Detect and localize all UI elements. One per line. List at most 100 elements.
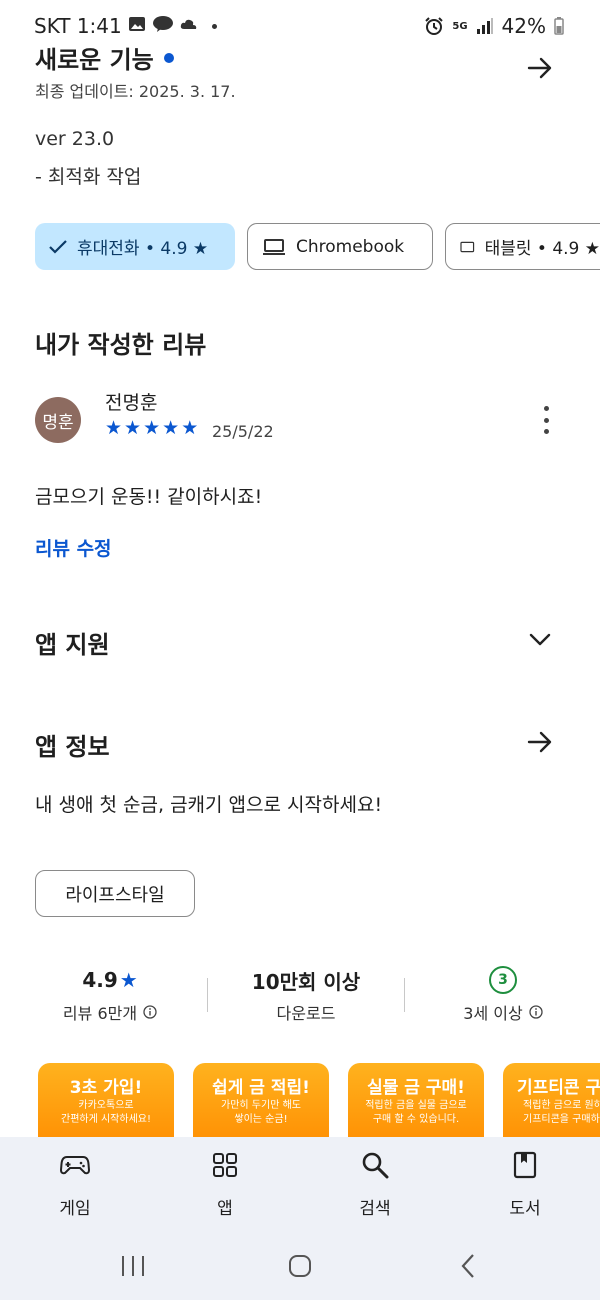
app-support-expand-button[interactable] (520, 620, 560, 660)
stat-age: 3 3세 이상 (418, 966, 588, 1024)
stat-rating-value: 4.9 (82, 968, 118, 992)
stat-divider (404, 978, 405, 1012)
screenshot-sub-line: 기프티콘을 구매하 (523, 1114, 600, 1125)
avatar-text: 명훈 (42, 412, 74, 433)
nav-label-books: 도서 (509, 1199, 541, 1219)
screenshot-sub-line: 간편하게 시작하세요! (61, 1114, 151, 1125)
star-icon: ★ (143, 417, 161, 439)
kebab-dot (543, 417, 549, 423)
kebab-dot (543, 429, 549, 434)
stat-downloads-value: 10만회 이상 (251, 969, 361, 994)
nav-label-search: 검색 (359, 1199, 391, 1219)
stat-age-label: 3세 이상 (463, 1004, 523, 1023)
recent-apps-button[interactable] (108, 1250, 158, 1282)
tablet-icon (460, 241, 475, 252)
chip-phone[interactable]: 휴대전화 • 4.9 ★ (35, 223, 235, 270)
app-description: 내 생애 첫 순금, 금캐기 앱으로 시작하세요! (35, 794, 383, 816)
stat-rating-value-row: 4.9 ★ (25, 966, 195, 994)
star-icon: ★ (124, 417, 142, 439)
network-label: 5G (452, 20, 468, 32)
apps-grid-icon (210, 1150, 240, 1180)
nav-item-games[interactable]: 게임 (25, 1150, 125, 1225)
app-info-title: 앱 정보 (35, 733, 110, 761)
screenshot-subtitle: 적립한 금을 실물 금으로 구매 할 수 있습니다. (348, 1099, 484, 1127)
home-button[interactable] (275, 1250, 325, 1282)
info-icon[interactable] (529, 1005, 543, 1019)
screenshot-subtitle: 적립한 금으로 원하기프티콘을 구매하 (523, 1099, 600, 1127)
stat-rating: 4.9 ★ 리뷰 6만개 (25, 966, 195, 1024)
battery-percent: 42% (501, 14, 546, 38)
chip-tablet-label: 태블릿 • 4.9 ★ (484, 239, 600, 259)
kakaotalk-icon (153, 16, 173, 32)
stat-rating-label-row: 리뷰 6만개 (25, 1000, 195, 1024)
laptop-icon (263, 238, 285, 255)
stat-downloads-label: 다운로드 (276, 1004, 336, 1023)
avatar: 명훈 (35, 397, 81, 443)
battery-icon (554, 17, 564, 35)
search-icon (360, 1150, 390, 1180)
screenshot-title: 실물 금 구매! (367, 1078, 465, 1098)
chip-tablet[interactable]: 태블릿 • 4.9 ★ (445, 223, 600, 270)
more-options-button[interactable] (531, 403, 561, 437)
review-stars: ★ ★ ★ ★ ★ (105, 418, 198, 438)
chevron-down-icon (529, 633, 551, 646)
whats-new-header: 새로운 기능 (35, 40, 174, 75)
screenshot-subtitle: 카카오톡으로간편하게 시작하세요! (38, 1099, 174, 1127)
nav-item-search[interactable]: 검색 (325, 1150, 425, 1225)
age-rating-badge: 3 (489, 966, 517, 994)
stat-downloads: 10만회 이상 다운로드 (221, 966, 391, 1024)
home-icon (289, 1255, 311, 1277)
back-icon (461, 1254, 474, 1278)
screenshot-sub-line: 적립한 금으로 원하 (523, 1100, 600, 1111)
star-icon: ★ (119, 968, 138, 992)
edit-review-link[interactable]: 리뷰 수정 (35, 534, 112, 561)
category-chip[interactable]: 라이프스타일 (35, 870, 195, 917)
screenshot-title: 기프티콘 구 (517, 1078, 600, 1098)
arrow-right-icon (527, 731, 552, 753)
status-time: SKT 1:41 (34, 14, 122, 38)
review-text: 금모으기 운동!! 같이하시죠! (35, 486, 263, 508)
my-review-title: 내가 작성한 리뷰 (35, 331, 207, 359)
stat-rating-label: 리뷰 6만개 (62, 1004, 138, 1023)
notification-dot (212, 24, 217, 29)
gamepad-icon (60, 1150, 90, 1180)
version-text: ver 23.0 (35, 128, 115, 150)
screenshot-sub-line: 가만히 두기만 해도 (221, 1100, 301, 1111)
nav-label-apps: 앱 (217, 1199, 233, 1219)
star-icon: ★ (181, 417, 199, 439)
signal-icon (476, 18, 493, 34)
alarm-icon (425, 17, 444, 35)
screenshot-title: 쉽게 금 적립! (212, 1078, 310, 1098)
book-icon (510, 1150, 540, 1180)
recents-icon (122, 1256, 144, 1276)
chip-chromebook-label: Chromebook (296, 236, 405, 257)
chip-phone-label: 휴대전화 • 4.9 ★ (77, 239, 209, 259)
status-right: 5G 42% (424, 14, 564, 38)
screenshot-sub-line: 적립한 금을 실물 금으로 (365, 1100, 467, 1111)
star-icon: ★ (105, 417, 123, 439)
chip-chromebook[interactable]: Chromebook (247, 223, 433, 270)
stat-age-badge-row: 3 (418, 966, 588, 994)
new-indicator-dot (163, 52, 174, 63)
arrow-right-icon (527, 57, 552, 79)
gallery-icon (129, 17, 145, 31)
cloud-icon (180, 19, 197, 29)
nav-item-books[interactable]: 도서 (475, 1150, 575, 1225)
nav-item-apps[interactable]: 앱 (175, 1150, 275, 1225)
whats-new-arrow-button[interactable] (520, 48, 560, 88)
review-date: 25/5/22 (212, 422, 274, 441)
stat-age-label-row: 3세 이상 (418, 1000, 588, 1024)
whats-new-title: 새로운 기능 (35, 46, 154, 74)
stat-divider (207, 978, 208, 1012)
release-note: - 최적화 작업 (35, 166, 142, 188)
nav-label-games: 게임 (59, 1199, 91, 1219)
app-info-arrow-button[interactable] (520, 722, 560, 762)
info-icon[interactable] (143, 1005, 157, 1019)
screenshot-title: 3초 가입! (69, 1078, 143, 1098)
check-icon (49, 239, 67, 254)
screenshot-subtitle: 가만히 두기만 해도쌓이는 순금! (193, 1099, 329, 1127)
star-icon: ★ (162, 417, 180, 439)
back-button[interactable] (443, 1250, 493, 1282)
screenshot-sub-line: 카카오톡으로 (78, 1100, 134, 1111)
screenshot-sub-line: 쌓이는 순금! (234, 1114, 288, 1125)
